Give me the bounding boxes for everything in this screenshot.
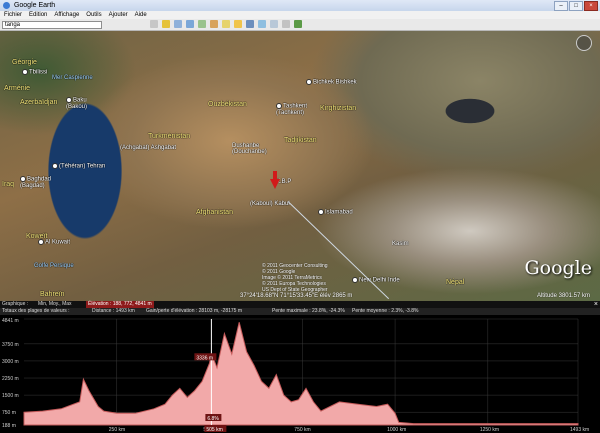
x-tick-label: 1000 km	[387, 427, 406, 433]
map-label-kirghizistan: Kirghizistan	[320, 105, 357, 112]
altitude-readout: Altitude 3801.57 km	[536, 293, 590, 299]
map-label-azerbaidjan: Azerbaïdjan	[20, 99, 58, 106]
elevation-profile-chart[interactable]: 4841 m 3750 m 3000 m 2250 m 1500 m 750 m 188 m…	[0, 315, 600, 433]
map-label-kasim: Kasim	[392, 241, 409, 247]
sidebar-toggle-icon[interactable]	[150, 20, 158, 28]
profile-close-icon[interactable]: ×	[594, 301, 598, 308]
map-label-bakou: Baku (Bakou)	[66, 97, 88, 110]
x-tick-label: 250 km	[109, 427, 125, 433]
x-tick-label: 1250 km	[480, 427, 499, 433]
window-controls: – □ ×	[554, 1, 598, 11]
graph-label: Graphique :	[2, 301, 29, 307]
menu-affichage[interactable]: Affichage	[54, 11, 79, 19]
map-label-tachkent: Tashkent (Tachkent)	[276, 103, 308, 116]
google-watermark: Google	[524, 257, 592, 279]
map-view[interactable]: Géorgie Tbilissi Mer Caspienne Arménie A…	[0, 31, 600, 301]
menu-ajouter[interactable]: Ajouter	[109, 11, 128, 19]
elevation-gain-stat: Gain/perte d'élévation : 28103 m, -28175…	[146, 308, 243, 314]
y-tick-label: 1500 m	[2, 393, 19, 399]
menu-edition[interactable]: Edition	[29, 11, 47, 19]
navigation-compass-icon[interactable]	[576, 35, 592, 51]
search-input[interactable]: tanga	[2, 21, 102, 29]
ruler-icon[interactable]	[258, 20, 266, 28]
y-tick-label: 3000 m	[2, 359, 19, 365]
x-tick-label: 750 km	[294, 427, 310, 433]
coordinates-readout: 37°24'18.68"N 71°15'33.45"E élév 2865 m	[240, 293, 353, 299]
map-label-teheran: (Téhéran) Tehran	[52, 163, 105, 170]
close-button[interactable]: ×	[584, 1, 598, 11]
print-icon[interactable]	[282, 20, 290, 28]
distance-stat: Distance : 1493 km	[92, 308, 135, 314]
map-label-armenie: Arménie	[4, 85, 31, 92]
y-tick-label: 3750 m	[2, 342, 19, 348]
historical-imagery-icon[interactable]	[222, 20, 230, 28]
y-axis-labels: 4841 m 3750 m 3000 m 2250 m 1500 m 750 m 188 m	[2, 318, 19, 429]
map-label-tadjikistan: Tadjikistan	[284, 137, 317, 144]
map-label-afghanistan: Afghanistan	[196, 209, 233, 216]
maximize-button[interactable]: □	[569, 1, 583, 11]
toolbar: tanga	[0, 19, 600, 31]
menu-bar: Fichier Edition Affichage Outils Ajouter…	[0, 11, 600, 19]
placemark-icon[interactable]	[162, 20, 170, 28]
map-label-achgabat: (Achgabat) Ashgabat	[120, 145, 177, 151]
polygon-icon[interactable]	[174, 20, 182, 28]
map-label-tbilissi: Tbilissi	[22, 69, 47, 76]
map-label-bichkek: Bichkek Bishkek	[306, 79, 357, 86]
profile-header: Graphique : Min, Moy., Max Élévation : 1…	[0, 301, 600, 308]
google-maps-icon[interactable]	[294, 20, 302, 28]
y-tick-label: 188 m	[2, 423, 16, 429]
max-slope-stat: Pente maximale : 23.8%, -24.3%	[272, 308, 345, 314]
map-label-new-delhi: New Delhi Inde	[352, 277, 400, 284]
cursor-slope-label: 6.8%	[207, 416, 219, 422]
map-label-iraq: Iraq	[2, 181, 15, 188]
image-overlay-icon[interactable]	[198, 20, 206, 28]
menu-aide[interactable]: Aide	[135, 11, 147, 19]
google-earth-logo-icon	[3, 2, 10, 9]
map-label-nepal: Népal	[446, 279, 465, 286]
position-marker-icon[interactable]	[270, 171, 280, 189]
map-label-turkmenistan: Turkménistan	[148, 133, 191, 140]
path-icon[interactable]	[186, 20, 194, 28]
cursor-distance-label: 505 km	[206, 427, 222, 433]
planets-icon[interactable]	[246, 20, 254, 28]
totals-label: Totaux des plages de valeurs :	[2, 308, 70, 314]
average-slope-stat: Pente moyenne : 2.3%, -3.8%	[352, 308, 419, 314]
menu-fichier[interactable]: Fichier	[4, 11, 22, 19]
toolbar-buttons	[150, 20, 302, 28]
elevation-area	[23, 322, 579, 426]
map-label-islamabad: Islamabad	[318, 209, 353, 216]
sunlight-icon[interactable]	[234, 20, 242, 28]
map-label-kaboul: (Kaboul) Kabul	[250, 201, 290, 207]
x-axis-labels: 250 km 505 km 750 km 1000 km 1250 km 1493 km	[109, 427, 589, 433]
x-tick-label: 1493 km	[570, 427, 589, 433]
map-label-mer-caspienne: Mer Caspienne	[52, 75, 93, 81]
map-label-bagdad: Baghdad (Bagdad)	[20, 176, 52, 189]
title-bar: Google Earth – □ ×	[0, 0, 600, 11]
map-label-ouzbekistan: Ouzbékistan	[208, 101, 247, 108]
window-title: Google Earth	[13, 2, 56, 9]
elevation-summary[interactable]: Élévation : 188, 772, 4841 m	[86, 301, 154, 308]
y-tick-label: 4841 m	[2, 318, 19, 324]
record-tour-icon[interactable]	[210, 20, 218, 28]
cursor-elevation-label: 3336 m	[196, 355, 213, 361]
profile-stats: Totaux des plages de valeurs : Distance …	[0, 308, 600, 315]
map-label-douchanbe: Dushanbe (Douchanbe)	[232, 143, 267, 155]
imagery-copyright: © 2011 Geocenter Consulting © 2011 Googl…	[262, 263, 328, 293]
map-label-bahrein: Bahreïn	[40, 291, 65, 298]
map-label-georgie: Géorgie	[12, 59, 37, 66]
graph-mode[interactable]: Min, Moy., Max	[38, 301, 72, 308]
map-label-golfe-persique: Golfe Persique	[34, 263, 74, 269]
minimize-button[interactable]: –	[554, 1, 568, 11]
y-tick-label: 2250 m	[2, 376, 19, 382]
y-tick-label: 750 m	[2, 410, 16, 416]
menu-outils[interactable]: Outils	[86, 11, 101, 19]
email-icon[interactable]	[270, 20, 278, 28]
map-label-al-kuwait: Al Kuwait	[38, 239, 70, 246]
